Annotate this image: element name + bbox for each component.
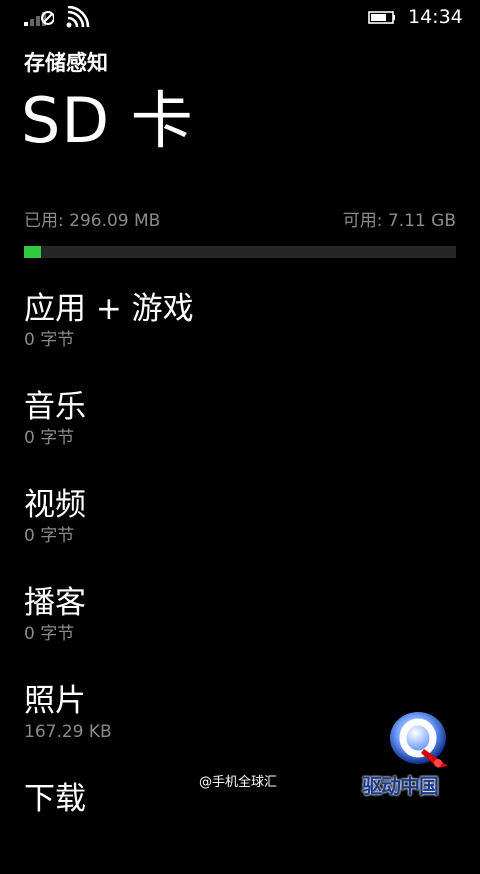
category-name: 应用 + 游戏 (24, 291, 194, 327)
watermark-text: @手机全球汇 (199, 775, 278, 790)
free-storage-label: 可用: 7.11 GB (342, 211, 456, 231)
status-bar: 14:34 (0, 0, 480, 32)
used-storage-label: 已用: 296.09 MB (24, 211, 161, 231)
category-item-music[interactable]: 音乐 0 字节 (0, 384, 480, 482)
wifi-icon (66, 6, 90, 28)
storage-usage-fill (24, 246, 41, 258)
category-size: 0 字节 (24, 624, 75, 644)
category-name: 视频 (24, 487, 86, 523)
category-name: 下载 (24, 781, 86, 817)
battery-icon (368, 11, 395, 24)
watermark-logo: 驱动中国 (360, 702, 480, 800)
app-title: 存储感知 (24, 51, 108, 75)
category-size: 0 字节 (24, 428, 75, 448)
page-title: SD 卡 (21, 84, 194, 157)
category-size: 0 字节 (24, 526, 75, 546)
category-name: 音乐 (24, 389, 86, 425)
no-signal-icon (24, 11, 54, 26)
category-name: 播客 (24, 585, 86, 621)
category-size: 167.29 KB (24, 722, 112, 742)
category-item-apps-games[interactable]: 应用 + 游戏 0 字节 (0, 286, 480, 384)
storage-usage-bar (24, 246, 456, 258)
category-name: 照片 (24, 683, 86, 719)
status-time: 14:34 (408, 6, 463, 28)
category-size: 0 字节 (24, 330, 75, 350)
category-item-podcasts[interactable]: 播客 0 字节 (0, 580, 480, 678)
logo-caption: 驱动中国 (362, 774, 439, 798)
category-item-videos[interactable]: 视频 0 字节 (0, 482, 480, 580)
logo-icon (390, 712, 448, 768)
